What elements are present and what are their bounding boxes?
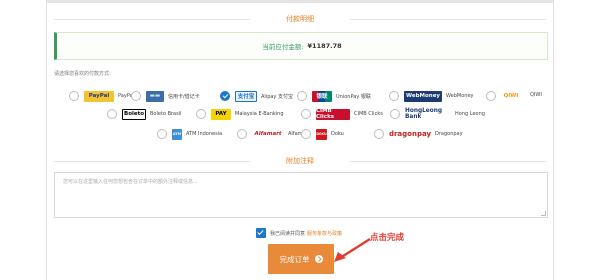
payment-option-doku[interactable]: DOKU Doku: [301, 126, 344, 142]
unionpay-logo-icon: 银联: [312, 90, 332, 102]
payment-option-alipay[interactable]: 支付宝 Alipay 支付宝: [220, 88, 293, 104]
doku-logo-icon: DOKU: [316, 128, 327, 140]
payment-option-card[interactable]: ▬▬ 信用卡/借记卡: [131, 88, 200, 104]
dragonpay-logo-icon: dragonpay: [388, 128, 432, 140]
total-amount-box: 当前应付金额: ¥1187.78: [54, 32, 548, 60]
radio-button[interactable]: [301, 109, 311, 119]
payment-option-alfamart[interactable]: Alfamart Alfamart: [237, 126, 310, 142]
radio-button[interactable]: [390, 109, 400, 119]
radio-button[interactable]: [237, 129, 247, 139]
payment-label: UnionPay 银联: [336, 93, 371, 100]
payment-label: WebMoney: [446, 93, 474, 99]
payment-label: ATM Indonesia: [186, 131, 223, 137]
total-label: 当前应付金额:: [262, 43, 304, 51]
complete-order-button[interactable]: 完成订单: [268, 244, 334, 274]
payment-label: Hong Leong: [455, 111, 485, 117]
arrow-right-icon: [314, 255, 323, 263]
payment-option-malaysia-ebanking[interactable]: PAY Malaysia E-Banking: [196, 106, 284, 122]
payment-row-3: ATM ATM Indonesia Alfamart Alfamart DOKU…: [0, 126, 600, 142]
resize-handle-icon[interactable]: [541, 211, 546, 216]
radio-button[interactable]: [486, 91, 496, 101]
radio-button[interactable]: [107, 109, 117, 119]
notes-placeholder: 您可以在这里输入任何您想包含在订单中的额外注释或信息...: [63, 179, 198, 185]
payment-option-unionpay[interactable]: 银联 UnionPay 银联: [297, 88, 371, 104]
boleto-logo-icon: Boleto: [122, 108, 146, 120]
malaysia-pay-logo-icon: PAY: [211, 108, 231, 120]
payment-row-1: PayPal PayPal ▬▬ 信用卡/借记卡 支付宝 Alipay 支付宝 …: [0, 88, 600, 104]
total-amount: ¥1187.78: [307, 42, 342, 50]
payment-label: Malaysia E-Banking: [235, 111, 284, 117]
cimb-logo-icon: CIMB Clicks: [316, 108, 350, 120]
alfamart-logo-icon: Alfamart: [252, 128, 284, 140]
radio-button[interactable]: [374, 129, 384, 139]
payment-option-webmoney[interactable]: WebMoney WebMoney: [389, 88, 473, 104]
paypal-logo-icon: PayPal: [84, 90, 114, 102]
qiwi-logo-icon: QIWI: [501, 90, 521, 102]
payment-label: 信用卡/借记卡: [168, 93, 200, 100]
agreement-checkbox[interactable]: [256, 228, 266, 238]
notes-textarea[interactable]: 您可以在这里输入任何您想包含在订单中的额外注释或信息...: [54, 172, 548, 218]
radio-button-selected[interactable]: [220, 91, 230, 101]
radio-button[interactable]: [196, 109, 206, 119]
payment-detail-title: 付款明细: [286, 15, 314, 23]
radio-button[interactable]: [131, 91, 141, 101]
radio-button[interactable]: [297, 91, 307, 101]
atm-logo-icon: ATM: [172, 128, 182, 140]
payment-label: Dragonpay: [435, 131, 463, 137]
payment-option-dragonpay[interactable]: dragonpay Dragonpay: [374, 126, 463, 142]
payment-label: Boleto Brasil: [150, 111, 182, 117]
complete-order-label: 完成订单: [279, 254, 310, 264]
notes-title: 附加注释: [286, 157, 314, 165]
callout-text: 点击完成: [370, 233, 405, 243]
radio-button[interactable]: [157, 129, 167, 139]
agreement-row: 我已阅读并同意 服务条款与政策: [256, 227, 342, 239]
credit-card-icon: ▬▬: [146, 90, 164, 102]
radio-button[interactable]: [69, 91, 79, 101]
payment-option-paypal[interactable]: PayPal PayPal: [69, 88, 134, 104]
payment-row-2: Boleto Boleto Brasil PAY Malaysia E-Bank…: [0, 106, 600, 122]
notes-heading: 附加注释: [46, 156, 554, 166]
webmoney-logo-icon: WebMoney: [404, 90, 442, 102]
payment-option-cimb-clicks[interactable]: CIMB Clicks CIMB Clicks: [301, 106, 383, 122]
payment-option-hong-leong[interactable]: HongLeong Bank Hong Leong: [390, 106, 485, 122]
payment-label: Doku: [331, 131, 344, 137]
payment-option-atm-indonesia[interactable]: ATM ATM Indonesia: [157, 126, 222, 142]
payment-label: Alipay 支付宝: [261, 93, 293, 100]
payment-label-qiwi: QIWI: [530, 92, 542, 98]
payment-option-qiwi[interactable]: QIWI: [486, 88, 521, 104]
hongleong-logo-icon: HongLeong Bank: [405, 108, 451, 120]
payment-detail-heading: 付款明细: [46, 14, 554, 24]
payment-option-boleto[interactable]: Boleto Boleto Brasil: [107, 106, 182, 122]
callout-arrow-icon: [334, 237, 371, 262]
agreement-text: 我已阅读并同意: [270, 230, 306, 237]
radio-button[interactable]: [389, 91, 399, 101]
alipay-logo-icon: 支付宝: [235, 90, 257, 102]
payment-method-hint: 请选择您喜欢的付款方式:: [54, 71, 111, 77]
payment-label: CIMB Clicks: [354, 111, 383, 117]
radio-button[interactable]: [301, 129, 311, 139]
